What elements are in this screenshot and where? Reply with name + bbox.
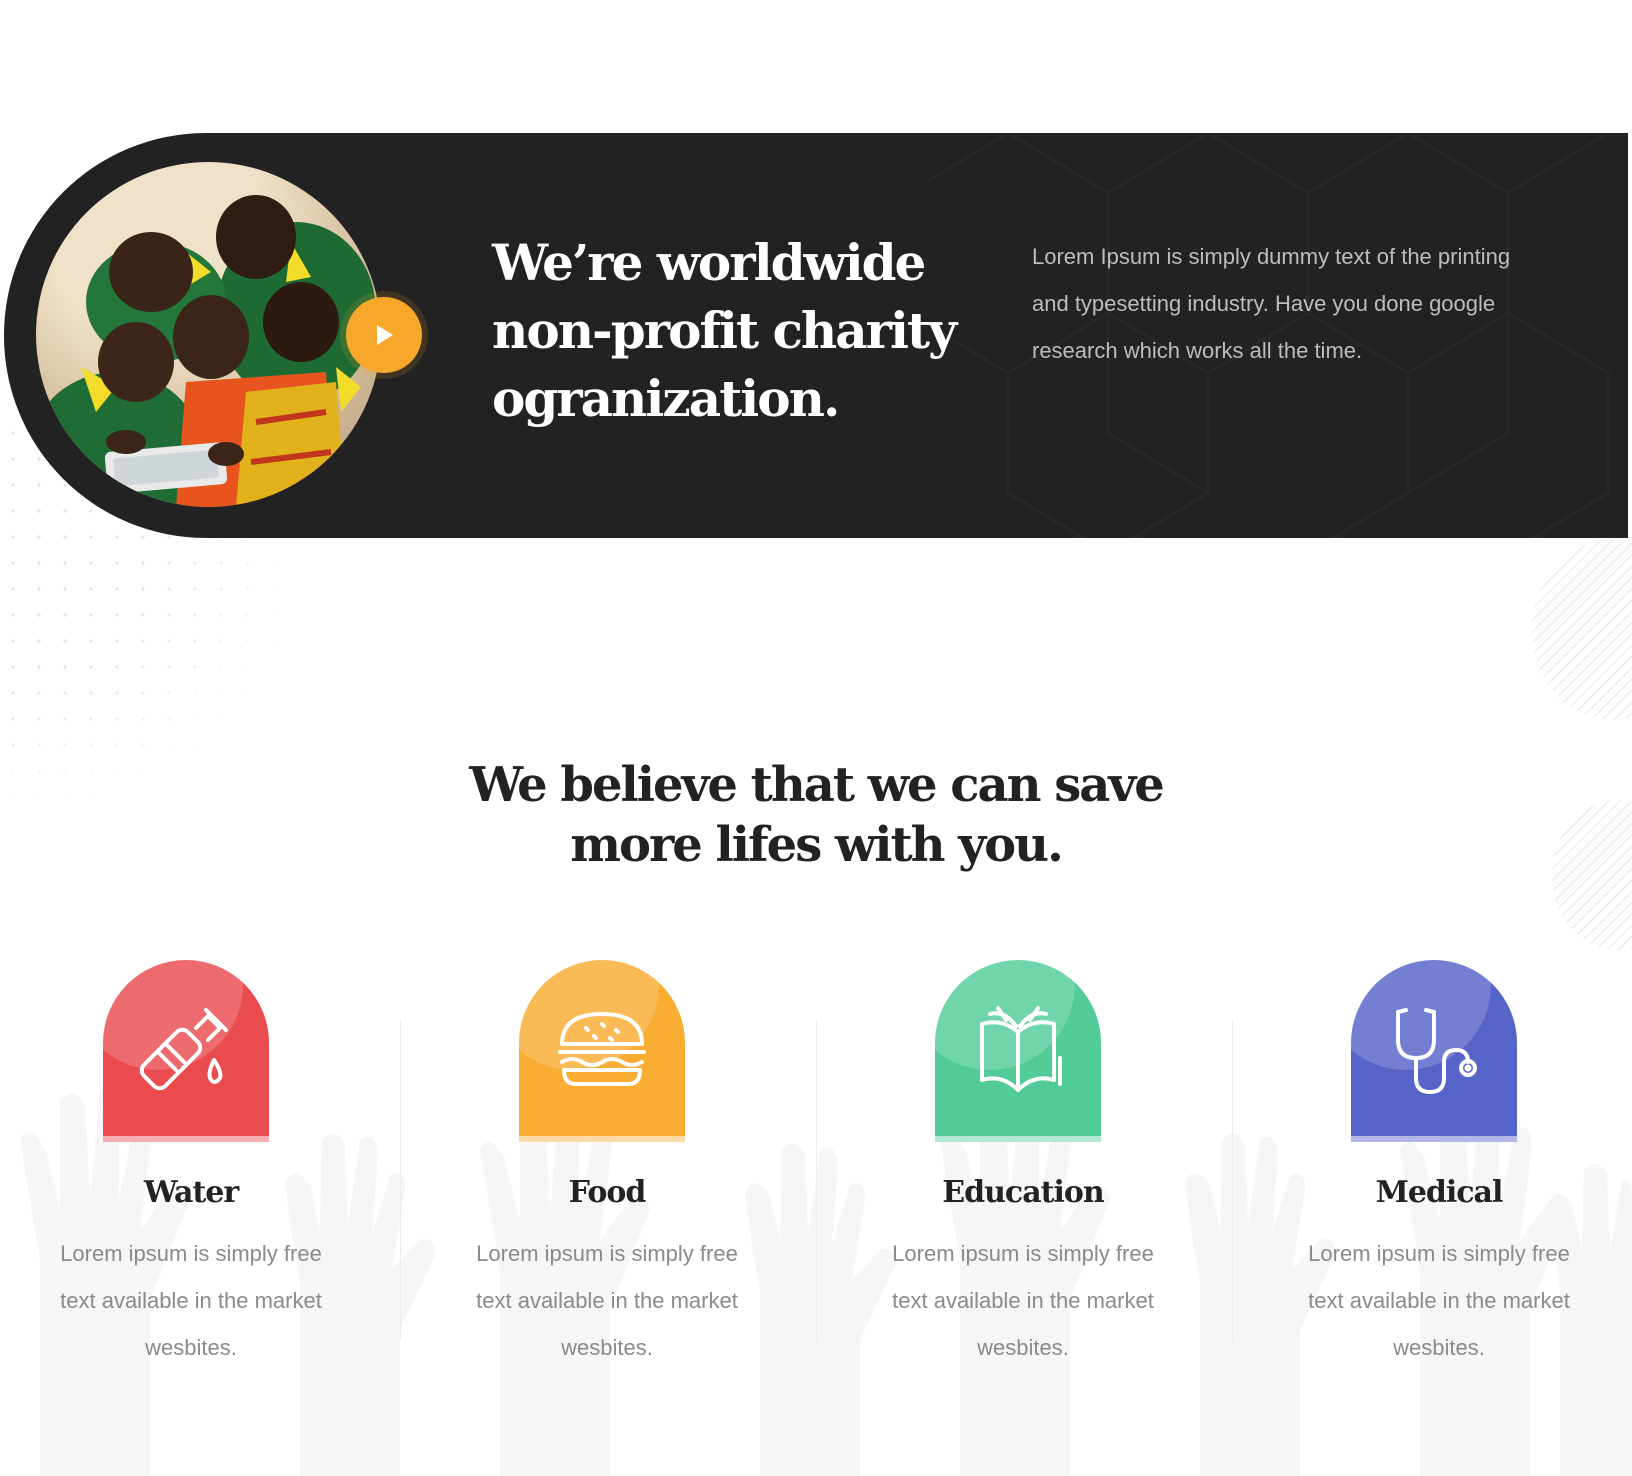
banner-title-line: We’re worldwide: [492, 233, 926, 292]
play-icon: [377, 325, 393, 345]
banner-title-line: ogranization.: [492, 369, 840, 428]
water-icon-tile[interactable]: [103, 960, 269, 1142]
burger-icon: [558, 1012, 646, 1086]
banner-title: We’re worldwide non-profit charity ogran…: [492, 229, 972, 433]
children-with-tablet-photo: [36, 162, 381, 507]
about-banner: We’re worldwide non-profit charity ogran…: [4, 133, 1628, 538]
card-title: Food: [568, 1175, 647, 1210]
service-card-food: Food Lorem ipsum is simply free text ava…: [416, 960, 832, 1380]
striped-circle-decoration: [1552, 800, 1632, 950]
card-description: Lorem ipsum is simply free text availabl…: [476, 1241, 738, 1360]
education-icon-tile[interactable]: [935, 960, 1101, 1142]
card-description: Lorem ipsum is simply free text availabl…: [1308, 1241, 1570, 1360]
section-title-line: more lifes with you.: [570, 817, 1064, 873]
banner-description: Lorem Ipsum is simply dummy text of the …: [1032, 244, 1511, 363]
medical-icon-tile[interactable]: [1351, 960, 1517, 1142]
banner-title-line: non-profit charity: [492, 301, 957, 360]
water-bottle-icon: [139, 1008, 228, 1091]
card-description: Lorem ipsum is simply free text availabl…: [60, 1241, 322, 1360]
card-title: Water: [143, 1175, 239, 1210]
striped-circle-decoration: [1532, 540, 1632, 720]
service-card-water: Water Lorem ipsum is simply free text av…: [0, 960, 416, 1380]
card-title: Medical: [1375, 1175, 1504, 1210]
section-title-line: We believe that we can save: [469, 757, 1165, 813]
stethoscope-icon: [1396, 1008, 1477, 1094]
book-icon: [980, 1006, 1062, 1092]
play-video-button[interactable]: [346, 297, 422, 373]
card-description: Lorem ipsum is simply free text availabl…: [892, 1241, 1154, 1360]
service-card-education: Education Lorem ipsum is simply free tex…: [832, 960, 1248, 1380]
service-card-medical: Medical Lorem ipsum is simply free text …: [1248, 960, 1632, 1380]
section-title: We believe that we can save more lifes w…: [316, 755, 1316, 875]
food-icon-tile[interactable]: [519, 960, 685, 1142]
card-title: Education: [942, 1175, 1104, 1210]
